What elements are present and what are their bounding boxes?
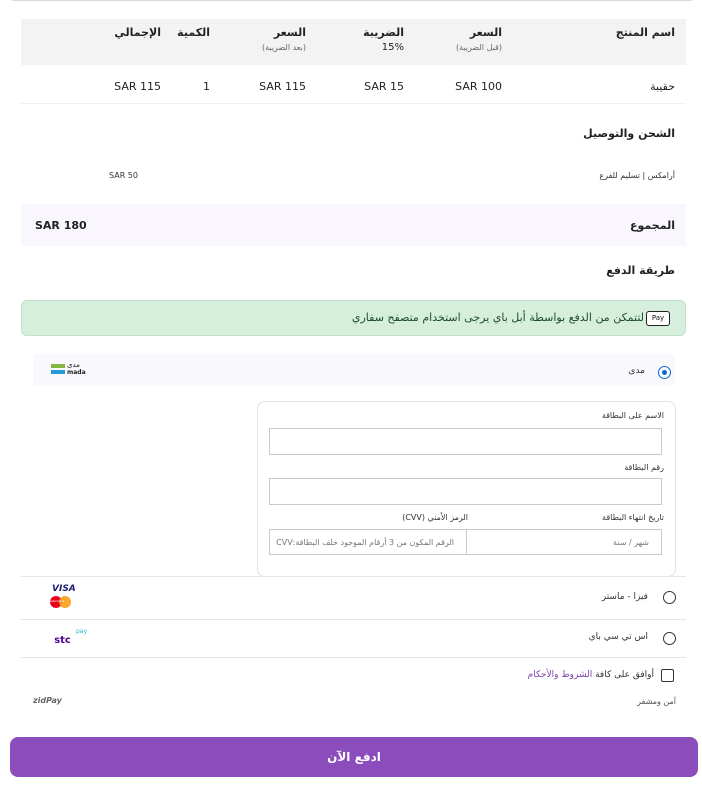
mada-logo-blue-bar: [51, 370, 65, 374]
apple-pay-icon: Pay: [646, 311, 670, 326]
total-value: SAR 180: [35, 219, 87, 232]
card-name-label: الاسم على البطاقة: [601, 411, 664, 420]
stc-logo-text: stc: [54, 635, 71, 646]
terms-prefix: أوافق على كافة: [592, 670, 654, 680]
cell-price-before: SAR 100: [455, 80, 502, 93]
terms-checkbox[interactable]: [661, 669, 674, 682]
header-price-after-sub: (بعد الضريبة): [261, 43, 306, 52]
card-number-label: رقم البطاقة: [624, 463, 664, 472]
header-tax-label: الضريبة: [363, 26, 404, 39]
mastercard-text: MasterCard: [47, 599, 65, 603]
mada-logo-green-bar: [51, 364, 65, 368]
expiry-label: تاريخ انتهاء البطاقة: [602, 513, 664, 522]
cell-quantity: 1: [203, 80, 210, 93]
header-price-after: السعر (بعد الضريبة): [262, 26, 306, 55]
top-divider: [12, 0, 692, 1]
visa-master-radio[interactable]: [663, 591, 676, 604]
visa-logo-text: VISA: [52, 584, 76, 594]
cvv-label: الرمز الأمني (CVV): [402, 513, 468, 522]
table-row: حقيبة SAR 100 SAR 15 SAR 115 1 SAR 115: [21, 65, 686, 104]
mada-logo-en: mada: [67, 369, 86, 376]
cell-product: حقيبة: [650, 80, 675, 93]
header-tax: الضريبة 15%: [363, 26, 404, 55]
cell-total: SAR 115: [114, 80, 161, 93]
cell-price-after: SAR 115: [259, 80, 306, 93]
expiry-cvv-group: شهر / سنة الرقم المكون من 3 أرقام الموجو…: [269, 529, 662, 555]
payment-option-stc-pay[interactable]: اس تي سي باي stc pay: [21, 619, 686, 658]
expiry-input[interactable]: شهر / سنة: [613, 538, 649, 547]
expiry-cvv-divider: [466, 530, 467, 554]
shipping-method: أرامكس | تسليم للفرع: [599, 171, 675, 180]
apple-pay-badge-text: Pay: [651, 314, 665, 322]
header-total: الإجمالي: [114, 26, 161, 39]
total-label: المجموع: [630, 219, 675, 232]
apple-pay-notice: Pay لتتمكن من الدفع بواسطة أبل باي يرجى …: [21, 300, 686, 336]
header-quantity: الكمية: [177, 26, 210, 39]
payment-option-visa-master[interactable]: فيزا - ماستر VISA MasterCard: [21, 576, 686, 620]
stc-pay-label: اس تي سي باي: [588, 632, 648, 642]
header-price-after-label: السعر: [273, 26, 306, 39]
mada-logo-ar: مدى: [67, 361, 80, 369]
header-product: اسم المنتج: [615, 26, 675, 39]
secure-text: آمن ومشفر: [637, 697, 676, 706]
mada-label: مدى: [628, 366, 645, 376]
visa-mastercard-logo: VISA MasterCard: [47, 584, 83, 608]
total-row: المجموع SAR 180: [21, 204, 686, 246]
shipping-row: أرامكس | تسليم للفرع SAR 50: [21, 168, 686, 186]
zidpay-logo: zidPay: [33, 696, 62, 705]
card-name-input[interactable]: [269, 428, 662, 455]
shipping-price: SAR 50: [109, 171, 138, 180]
payment-option-mada[interactable]: مدى مدى mada: [33, 354, 675, 386]
header-price-before-label: السعر: [469, 26, 502, 39]
header-tax-rate: 15%: [381, 42, 404, 53]
apple-pay-notice-text: لتتمكن من الدفع بواسطة أبل باي يرجى استخ…: [351, 311, 644, 324]
stc-pay-logo: stc pay: [47, 628, 87, 646]
cell-tax: SAR 15: [364, 80, 404, 93]
stc-pay-radio[interactable]: [663, 632, 676, 645]
shipping-title: الشحن والتوصيل: [583, 127, 675, 140]
card-number-input[interactable]: [269, 478, 662, 505]
mada-logo: مدى mada: [51, 361, 87, 378]
terms-divider: [21, 657, 686, 658]
stc-pay-logo-sub: pay: [75, 628, 87, 635]
card-form: الاسم على البطاقة رقم البطاقة تاريخ انته…: [257, 401, 676, 577]
visa-master-label: فيزا - ماستر: [601, 592, 648, 602]
terms-link[interactable]: الشروط والأحكام: [528, 670, 593, 680]
cvv-input[interactable]: الرقم المكون من 3 أرقام الموجود خلف البط…: [276, 538, 454, 547]
pay-now-button[interactable]: ادفع الآن: [10, 737, 698, 777]
payment-title: طريقة الدفع: [606, 264, 675, 277]
header-price-before: السعر (قبل الضريبة): [456, 26, 502, 55]
header-price-before-sub: (قبل الضريبة): [455, 43, 502, 52]
terms-text: أوافق على كافة الشروط والأحكام: [528, 670, 654, 680]
order-table-header: اسم المنتج السعر (قبل الضريبة) الضريبة 1…: [21, 19, 686, 65]
mada-radio[interactable]: [658, 366, 671, 379]
